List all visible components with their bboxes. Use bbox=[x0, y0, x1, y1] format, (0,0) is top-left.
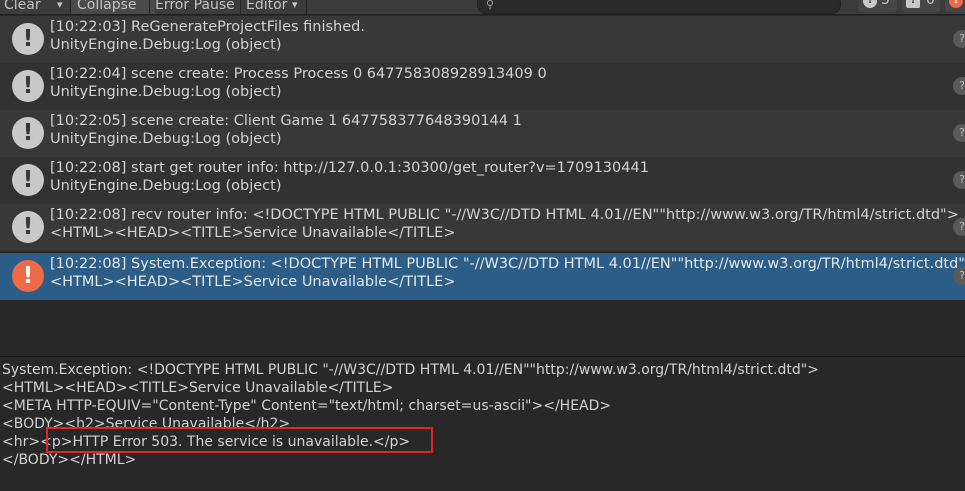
detail-line: </BODY></HTML> bbox=[2, 452, 137, 468]
log-message: [10:22:08] recv router info: <!DOCTYPE H… bbox=[50, 207, 959, 223]
clear-button[interactable]: Clear bbox=[4, 0, 41, 14]
detail-line: <META HTTP-EQUIV="Content-Type" Content=… bbox=[2, 398, 612, 414]
search-input[interactable]: ⚲ bbox=[477, 0, 841, 14]
info-icon: ! bbox=[12, 164, 44, 196]
log-entry-selected[interactable]: ! [10:22:08] System.Exception: <!DOCTYPE… bbox=[0, 253, 965, 300]
warning-icon: ! bbox=[906, 0, 920, 8]
toolbar-divider bbox=[306, 0, 307, 14]
highlight-box bbox=[46, 427, 433, 453]
collapse-toggle[interactable]: Collapse bbox=[71, 0, 155, 14]
info-icon: ! bbox=[12, 70, 44, 102]
console-toolbar: Clear ▾ Collapse Error Pause Editor ▾ ⚲ … bbox=[0, 0, 965, 15]
info-icon: ! bbox=[12, 117, 44, 149]
log-stack-line: <HTML><HEAD><TITLE>Service Unavailable</… bbox=[50, 274, 456, 290]
log-stack-line: UnityEngine.Debug:Log (object) bbox=[50, 131, 282, 147]
log-entry[interactable]: ! [10:22:05] scene create: Client Game 1… bbox=[0, 110, 965, 157]
entry-options-icon[interactable]: ? bbox=[953, 171, 965, 189]
detail-line: <HTML><HEAD><TITLE>Service Unavailable</… bbox=[2, 380, 394, 396]
info-icon: ! bbox=[12, 23, 44, 55]
search-icon: ⚲ bbox=[486, 0, 495, 11]
entry-options-icon[interactable]: ? bbox=[953, 124, 965, 142]
entry-options-icon[interactable]: ? bbox=[953, 77, 965, 95]
detail-line: System.Exception: <!DOCTYPE HTML PUBLIC … bbox=[2, 362, 819, 378]
log-message: [10:22:08] System.Exception: <!DOCTYPE H… bbox=[50, 256, 965, 272]
warning-count: 0 bbox=[926, 0, 935, 8]
error-icon: ! bbox=[12, 260, 44, 292]
entry-options-icon[interactable]: ? bbox=[953, 267, 965, 285]
toolbar-divider bbox=[240, 0, 241, 14]
info-icon: ! bbox=[863, 0, 877, 8]
log-message: [10:22:08] start get router info: http:/… bbox=[50, 160, 649, 176]
editor-dropdown[interactable]: Editor bbox=[246, 0, 287, 14]
log-stack-line: UnityEngine.Debug:Log (object) bbox=[50, 84, 282, 100]
panel-splitter[interactable] bbox=[0, 356, 965, 357]
log-stack-line: UnityEngine.Debug:Log (object) bbox=[50, 37, 282, 53]
entry-options-icon[interactable]: ? bbox=[953, 218, 965, 236]
log-message: [10:22:05] scene create: Client Game 1 6… bbox=[50, 113, 522, 129]
info-icon: ! bbox=[12, 211, 44, 243]
warning-filter-toggle[interactable]: ! 0 bbox=[902, 0, 940, 12]
log-entry[interactable]: ! [10:22:08] start get router info: http… bbox=[0, 157, 965, 204]
error-filter-toggle[interactable]: ! bbox=[945, 0, 965, 12]
error-pause-toggle[interactable]: Error Pause bbox=[155, 0, 235, 14]
log-message: [10:22:04] scene create: Process Process… bbox=[50, 66, 547, 82]
log-stack-line: UnityEngine.Debug:Log (object) bbox=[50, 178, 282, 194]
clear-dropdown-icon[interactable]: ▾ bbox=[57, 0, 63, 14]
info-count: 5 bbox=[881, 0, 890, 8]
log-message: [10:22:03] ReGenerateProjectFiles finish… bbox=[50, 19, 365, 35]
log-entry[interactable]: ! [10:22:08] recv router info: <!DOCTYPE… bbox=[0, 204, 965, 251]
toolbar-divider bbox=[149, 0, 150, 14]
error-icon: ! bbox=[949, 0, 963, 8]
log-stack-line: <HTML><HEAD><TITLE>Service Unavailable</… bbox=[50, 225, 456, 241]
editor-dropdown-chevron-icon[interactable]: ▾ bbox=[292, 0, 298, 14]
entry-options-icon[interactable]: ? bbox=[953, 30, 965, 48]
log-entry[interactable]: ! [10:22:03] ReGenerateProjectFiles fini… bbox=[0, 16, 965, 63]
info-filter-toggle[interactable]: ! 5 bbox=[859, 0, 897, 12]
log-entry[interactable]: ! [10:22:04] scene create: Process Proce… bbox=[0, 63, 965, 110]
